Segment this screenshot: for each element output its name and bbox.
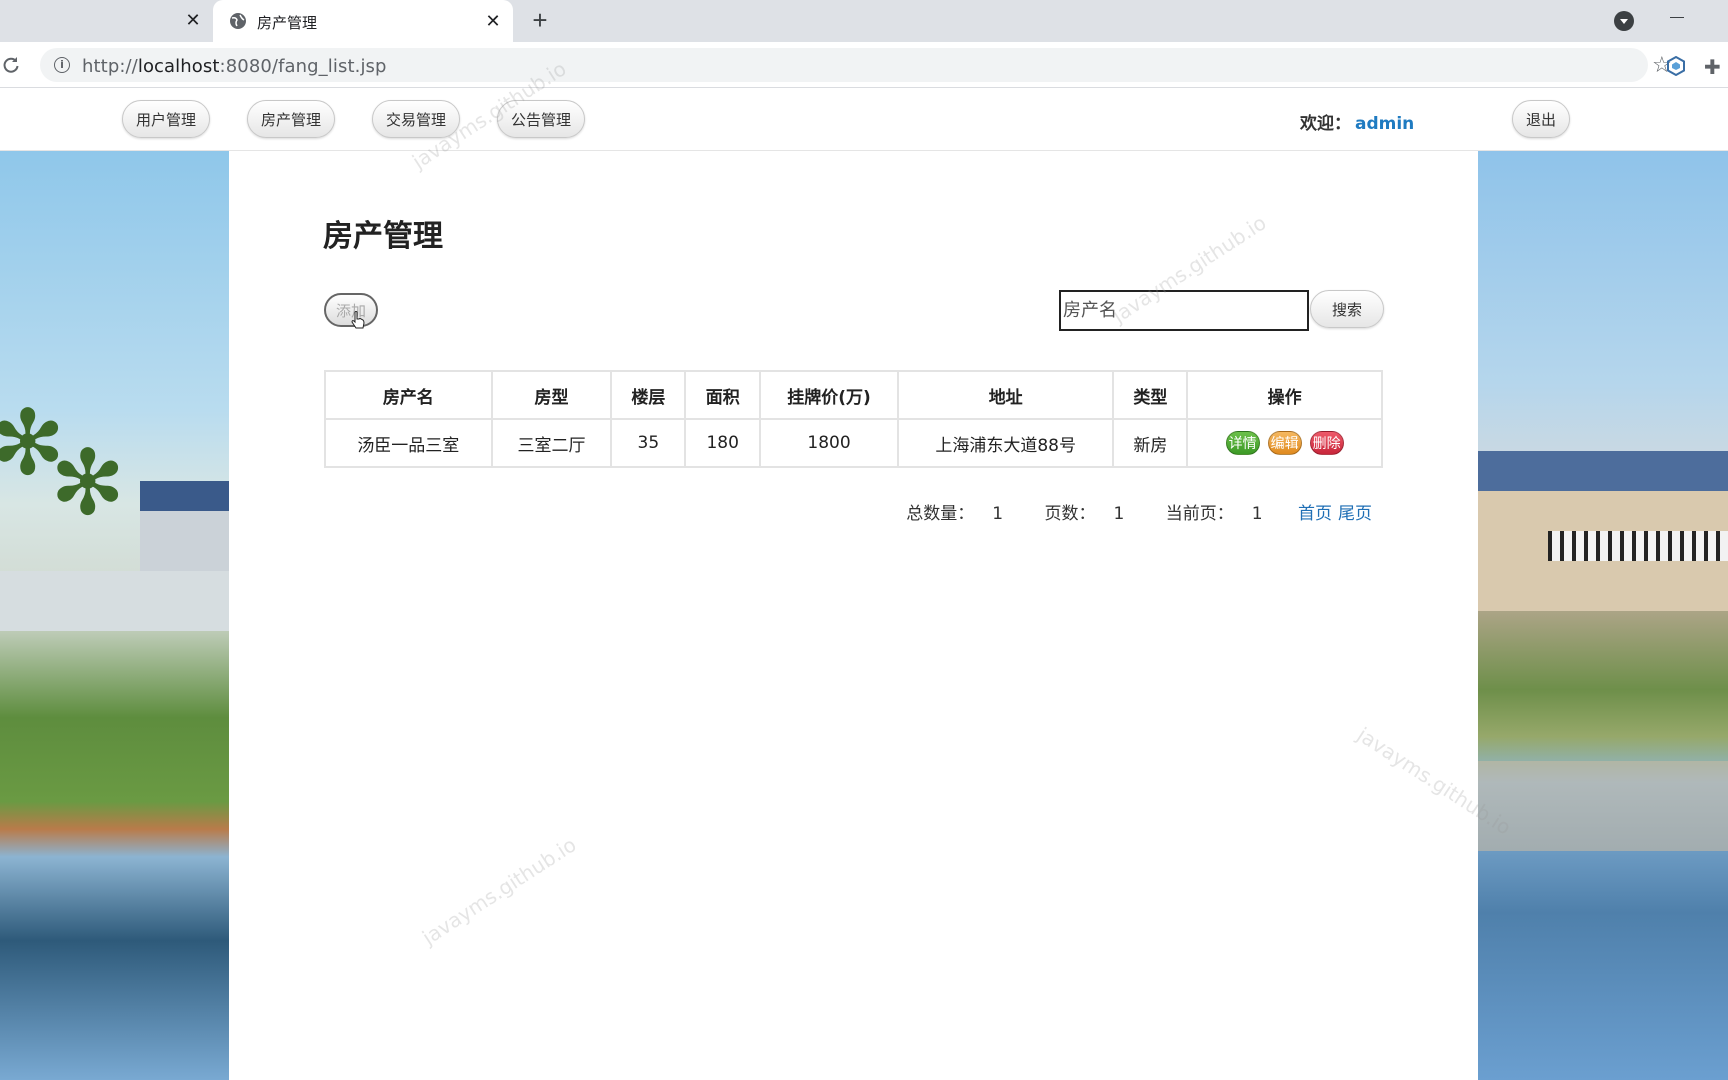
page: ✻ ✻ 用户管理 房产管理 交易管理 公告管理 欢迎： admin 退出 房产管理… bbox=[0, 56, 1728, 1080]
nav-item-users[interactable]: 用户管理 bbox=[122, 100, 210, 138]
balcony-graphic bbox=[1548, 531, 1728, 561]
column-header-floor: 楼层 bbox=[610, 370, 687, 420]
globe-icon bbox=[230, 13, 246, 29]
detail-button[interactable]: 详情 bbox=[1225, 431, 1260, 455]
cell-actions: 详情 编辑 删除 bbox=[1186, 418, 1383, 468]
column-header-area: 面积 bbox=[684, 370, 762, 420]
browser-tab-strip: ✕ 房产管理 ✕ + bbox=[0, 0, 1728, 42]
address-bar[interactable]: i http://localhost:8080/fang_list.jsp ☆ bbox=[40, 48, 1672, 82]
username: admin bbox=[1355, 114, 1415, 134]
column-header-type: 类型 bbox=[1112, 370, 1189, 420]
new-tab-icon[interactable]: + bbox=[528, 7, 552, 34]
current-page: 当前页： 1 bbox=[1148, 504, 1263, 524]
welcome-label: 欢迎： bbox=[1300, 114, 1351, 134]
tab-title: 房产管理 bbox=[257, 14, 318, 32]
background-image-left: ✻ ✻ bbox=[0, 151, 229, 1080]
first-page-link[interactable]: 首页 bbox=[1298, 504, 1332, 524]
extension-icon[interactable] bbox=[1666, 56, 1686, 76]
column-header-address: 地址 bbox=[896, 370, 1115, 420]
delete-button[interactable]: 删除 bbox=[1309, 431, 1344, 455]
nav-item-announcements[interactable]: 公告管理 bbox=[497, 100, 585, 138]
puzzle-icon[interactable]: ✚ bbox=[1704, 55, 1721, 80]
browser-tab-previous[interactable]: ✕ bbox=[0, 0, 208, 42]
top-nav: 用户管理 房产管理 交易管理 公告管理 欢迎： admin 退出 bbox=[0, 89, 1728, 151]
current-label: 当前页： bbox=[1165, 504, 1234, 524]
wall-graphic bbox=[0, 571, 229, 631]
palm-tree-graphic: ✻ bbox=[50, 434, 126, 534]
column-header-name: 房产名 bbox=[324, 370, 493, 420]
cell-area: 180 bbox=[684, 418, 762, 468]
pages-value: 1 bbox=[1113, 504, 1125, 524]
nav-item-properties[interactable]: 房产管理 bbox=[247, 100, 335, 138]
property-table: 房产名 房型 楼层 面积 挂牌价(万) 地址 类型 操作 汤臣一品三室 三室二厅… bbox=[324, 370, 1383, 468]
total-label: 总数量： bbox=[906, 504, 975, 524]
table-row: 汤臣一品三室 三室二厅 35 180 1800 上海浦东大道88号 新房 详情编… bbox=[324, 418, 1383, 468]
current-value: 1 bbox=[1251, 504, 1263, 524]
url-scheme: http:// bbox=[82, 56, 138, 77]
house-reflection-graphic bbox=[1478, 761, 1728, 851]
close-icon[interactable]: ✕ bbox=[483, 11, 503, 31]
url-text[interactable]: http://localhost:8080/fang_list.jsp bbox=[82, 56, 387, 77]
browser-tab-active[interactable]: 房产管理 ✕ bbox=[213, 0, 513, 42]
cell-address: 上海浦东大道88号 bbox=[896, 418, 1115, 468]
total-value: 1 bbox=[992, 504, 1004, 524]
main-panel: 房产管理 添加 搜索 房产名 房型 楼层 面积 挂牌价(万) 地址 类型 bbox=[229, 151, 1478, 1080]
hand-cursor-icon bbox=[351, 311, 365, 329]
column-header-price: 挂牌价(万) bbox=[759, 370, 899, 420]
search-input[interactable] bbox=[1059, 290, 1309, 331]
page-count: 页数： 1 bbox=[1027, 504, 1125, 524]
url-path: :8080/fang_list.jsp bbox=[219, 56, 387, 77]
cell-name: 汤臣一品三室 bbox=[324, 418, 493, 468]
table-header-row: 房产名 房型 楼层 面积 挂牌价(万) 地址 类型 操作 bbox=[324, 370, 1383, 420]
info-icon[interactable]: i bbox=[54, 57, 70, 73]
reload-icon[interactable] bbox=[2, 56, 20, 74]
close-icon[interactable]: ✕ bbox=[183, 10, 203, 30]
minimize-icon[interactable] bbox=[1670, 17, 1684, 18]
welcome-text: 欢迎： admin bbox=[1300, 109, 1414, 134]
tab-search-icon[interactable] bbox=[1614, 11, 1634, 31]
column-header-layout: 房型 bbox=[490, 370, 613, 420]
browser-toolbar: i http://localhost:8080/fang_list.jsp ☆ … bbox=[0, 42, 1728, 88]
cell-floor: 35 bbox=[610, 418, 687, 468]
nav-item-transactions[interactable]: 交易管理 bbox=[372, 100, 460, 138]
total-count: 总数量： 1 bbox=[888, 504, 1003, 524]
cell-type: 新房 bbox=[1112, 418, 1189, 468]
cell-layout: 三室二厅 bbox=[490, 418, 613, 468]
column-header-actions: 操作 bbox=[1186, 370, 1383, 420]
pages-label: 页数： bbox=[1044, 504, 1096, 524]
last-page-link[interactable]: 尾页 bbox=[1338, 504, 1372, 524]
pagination: 总数量： 1 页数： 1 当前页： 1 首页 尾页 bbox=[229, 499, 1372, 524]
search-button[interactable]: 搜索 bbox=[1310, 290, 1384, 328]
cell-price: 1800 bbox=[759, 418, 899, 468]
logout-button[interactable]: 退出 bbox=[1512, 100, 1570, 138]
page-title: 房产管理 bbox=[323, 219, 443, 254]
background-image-right bbox=[1478, 151, 1728, 1080]
edit-button[interactable]: 编辑 bbox=[1267, 431, 1302, 455]
url-host: localhost bbox=[137, 56, 220, 77]
